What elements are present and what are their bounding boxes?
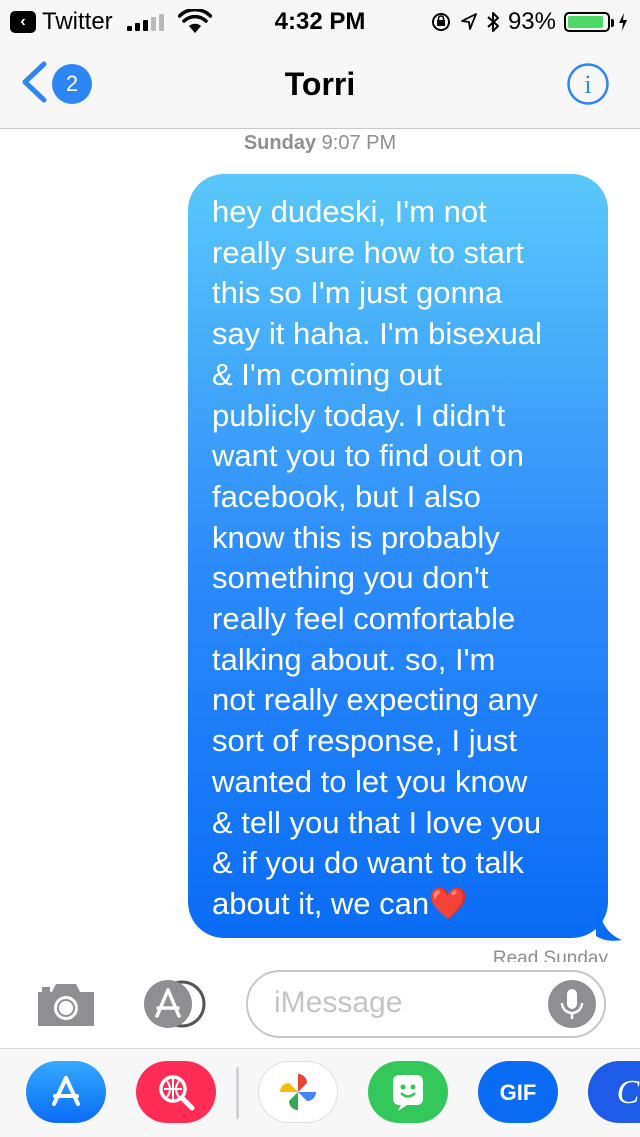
microphone-icon — [560, 989, 584, 1019]
microphone-button[interactable] — [548, 980, 596, 1028]
timestamp-day: Sunday — [243, 132, 317, 154]
svg-text:i: i — [584, 70, 591, 99]
battery-percent: 93% — [507, 8, 556, 35]
bluetooth-icon — [487, 12, 499, 32]
charging-bolt-icon — [619, 13, 627, 31]
camera-icon[interactable] — [34, 978, 98, 1032]
svg-text:GIF: GIF — [500, 1080, 537, 1105]
app-store-icon[interactable] — [26, 1061, 106, 1123]
input-placeholder: iMessage — [274, 986, 403, 1019]
contact-name[interactable]: Torri — [0, 66, 640, 103]
app-store-drawer-icon[interactable] — [138, 978, 210, 1030]
orientation-lock-icon — [431, 13, 450, 31]
timestamp-time: 9:07 PM — [321, 132, 397, 154]
battery-icon — [564, 12, 614, 32]
web-search-icon[interactable] — [136, 1061, 216, 1123]
cellular-signal-icon — [126, 13, 164, 31]
drawer-divider — [236, 1067, 239, 1119]
back-to-app-icon[interactable]: ‹ — [10, 11, 36, 33]
status-bar-right: 93% — [430, 8, 628, 36]
battery-fill — [568, 16, 604, 28]
bitmoji-icon[interactable] — [368, 1061, 448, 1123]
c-app-icon[interactable]: C — [588, 1061, 640, 1123]
svg-text:C: C — [617, 1074, 640, 1111]
bubble-tail — [596, 900, 622, 941]
message-input-bar: iMessage — [0, 962, 640, 1048]
read-receipt: Read Sunday — [492, 948, 608, 962]
app-drawer: GIF C — [0, 1048, 640, 1137]
wifi-icon — [177, 9, 212, 33]
heart-emoji: ❤️ — [429, 885, 468, 921]
message-body: hey dudeski, I'm not really sure how to … — [212, 194, 542, 921]
back-app-label[interactable]: Twitter — [42, 8, 113, 36]
gif-icon[interactable]: GIF — [478, 1061, 558, 1123]
message-timestamp: Sunday 9:07 PM — [0, 132, 640, 155]
location-icon — [461, 13, 477, 30]
message-text: hey dudeski, I'm not really sure how to … — [212, 192, 592, 925]
photos-icon[interactable] — [258, 1061, 338, 1123]
imessage-input[interactable]: iMessage — [246, 970, 606, 1038]
conversation-header: 2 Torri i — [0, 40, 640, 129]
info-icon[interactable]: i — [566, 62, 610, 106]
status-bar-left[interactable]: ‹ Twitter — [10, 8, 212, 36]
status-bar: ‹ Twitter 4:32 PM 93% — [0, 0, 640, 40]
